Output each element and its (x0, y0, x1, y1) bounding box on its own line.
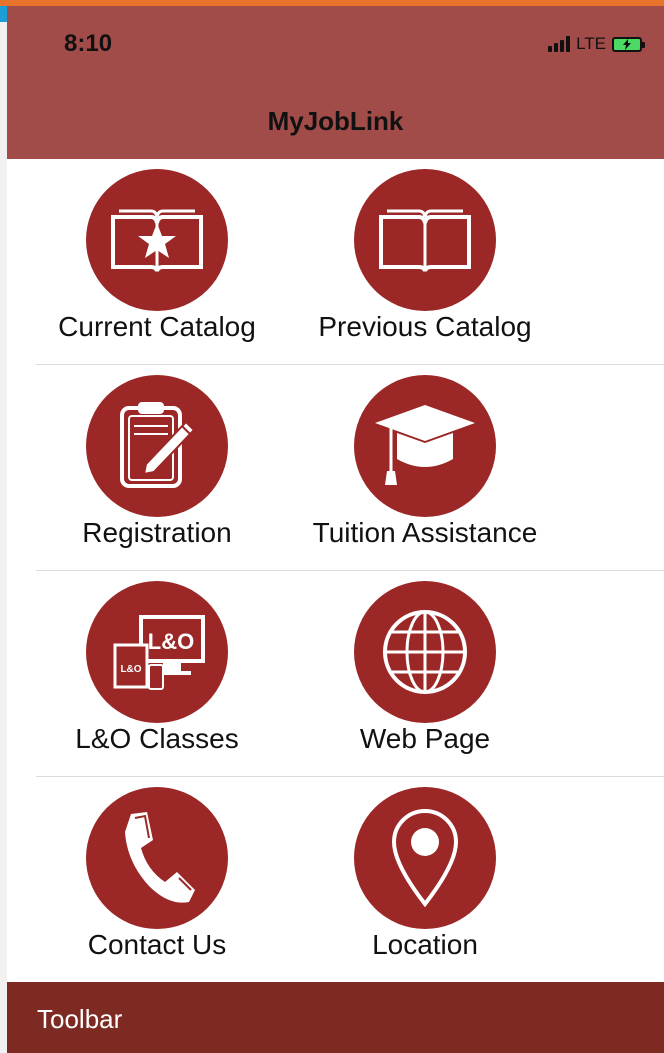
contact-us-label: Contact Us (87, 929, 227, 960)
bottom-toolbar: Toolbar (7, 982, 664, 1053)
location-button[interactable]: Location (275, 777, 575, 983)
open-book-icon (354, 169, 496, 311)
tuition-assistance-button[interactable]: Tuition Assistance (275, 365, 575, 571)
menu-grid: Current Catalog Previous Catalog Registr… (7, 159, 664, 982)
network-type: LTE (576, 34, 606, 53)
left-accent-bar (0, 6, 7, 22)
current-catalog-button[interactable]: Current Catalog (7, 159, 307, 365)
status-time: 8:10 (64, 30, 113, 57)
left-frame (0, 6, 7, 1053)
previous-catalog-label: Previous Catalog (318, 311, 532, 342)
map-pin-icon (354, 787, 496, 929)
svg-text:L&O: L&O (148, 629, 194, 654)
graduation-cap-icon (354, 375, 496, 517)
clipboard-pencil-icon (86, 375, 228, 517)
book-star-icon (86, 169, 228, 311)
svg-text:L&O: L&O (120, 664, 141, 675)
lo-classes-label: L&O Classes (75, 723, 239, 754)
toolbar-label: Toolbar (37, 1004, 123, 1034)
battery-icon (612, 36, 645, 52)
web-page-button[interactable]: Web Page (275, 571, 575, 777)
page-title: MyJobLink (267, 106, 404, 136)
menu-row: Contact Us Location (7, 777, 664, 983)
lo-classes-button[interactable]: L&O L&O L&O Classes (7, 571, 307, 777)
registration-button[interactable]: Registration (7, 365, 307, 571)
tuition-assistance-label: Tuition Assistance (312, 517, 538, 548)
menu-row: Registration Tuition Assistance (7, 365, 664, 571)
location-label: Location (372, 929, 478, 960)
phone-icon (86, 787, 228, 929)
menu-row: Current Catalog Previous Catalog (7, 159, 664, 365)
current-catalog-label: Current Catalog (58, 311, 256, 342)
previous-catalog-button[interactable]: Previous Catalog (275, 159, 575, 365)
status-indicators: LTE (548, 34, 645, 54)
contact-us-button[interactable]: Contact Us (7, 777, 307, 983)
app-header: 8:10 LTE MyJobLink (7, 6, 664, 159)
devices-icon: L&O L&O (86, 581, 228, 723)
globe-icon (354, 581, 496, 723)
signal-icon (548, 36, 571, 52)
menu-row: L&O L&O L&O Classes Web Page (7, 571, 664, 777)
web-page-label: Web Page (359, 723, 491, 754)
registration-label: Registration (82, 517, 232, 548)
